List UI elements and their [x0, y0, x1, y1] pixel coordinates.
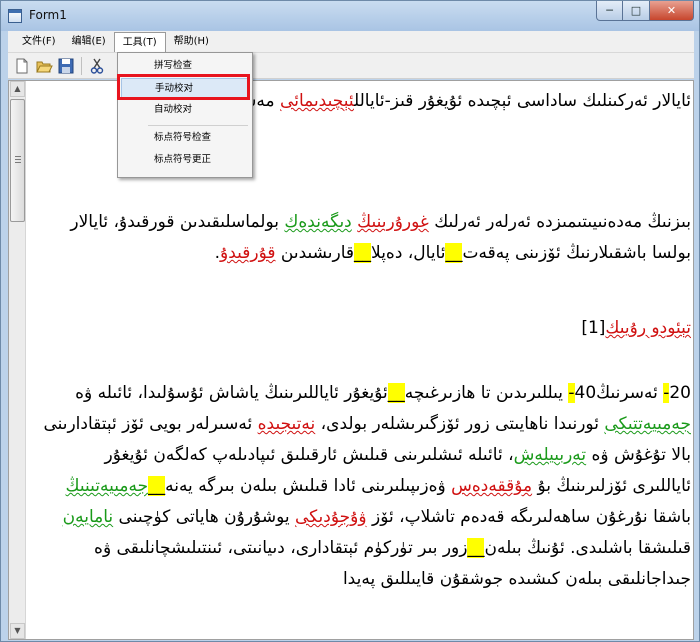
text-run: يىللىرىدىن تا ھازىرغىچە: [404, 383, 569, 403]
highlight-mark[interactable]: __: [445, 243, 463, 263]
selection-highlight-box: [117, 74, 250, 100]
misspelled-word[interactable]: قۇرقىدۇ: [220, 243, 276, 263]
menu-separator: [148, 125, 248, 126]
minimize-button[interactable]: ─: [596, 1, 623, 21]
menu-file[interactable]: 文件(F): [14, 32, 64, 52]
misspelled-word[interactable]: ئېچىدىمائى: [280, 91, 354, 111]
text-run: بىزنىڭ مەدەنىيىتىمىزدە ئەرلەر ئەرلىك: [428, 212, 691, 232]
scrollbar-thumb[interactable]: [10, 99, 25, 222]
suggested-word[interactable]: نامايەن: [63, 507, 114, 527]
text-run: ئەسرنىڭ40: [574, 383, 664, 403]
text-run: قىلىشقا باشلىدى. ئۇنىڭ بىلەن: [484, 538, 691, 558]
menu-item-auto-proofread[interactable]: 自动校对: [121, 100, 249, 120]
highlight-mark[interactable]: __: [387, 383, 405, 403]
highlight-mark[interactable]: __: [148, 476, 166, 496]
window-title: Form1: [29, 8, 67, 22]
app-window-icon: [8, 9, 22, 23]
menu-item-punctuation-correct[interactable]: 标点符号更正: [121, 150, 249, 170]
scroll-down-arrow-icon[interactable]: ▼: [10, 623, 25, 639]
highlight-mark[interactable]: __: [354, 243, 372, 263]
maximize-button[interactable]: □: [623, 1, 650, 21]
vertical-scrollbar[interactable]: ▲ ▼: [9, 81, 26, 639]
suggested-word[interactable]: جەمىيەتتىكى: [604, 414, 691, 434]
misspelled-word[interactable]: مۇققەدەس: [451, 476, 532, 496]
toolbar-separator: [81, 57, 82, 75]
menu-help[interactable]: 帮助(H): [166, 32, 217, 52]
cut-scissors-icon[interactable]: [88, 57, 106, 75]
menu-bar: 文件(F) 编辑(E) 工具(T) 帮助(H): [8, 31, 694, 53]
text-run: يوشۇرۇن ھاياتى كۈچىنى: [113, 507, 295, 527]
menu-item-spell-check[interactable]: 拼写检查: [121, 56, 249, 76]
tool-bar: [8, 53, 694, 79]
caption-buttons: ─ □ ✕: [596, 1, 694, 21]
text-run: ئايال، دەپلا: [371, 243, 446, 263]
text-run: 20: [669, 383, 691, 403]
text-run: ئورنىدا ناھايىتى زور ئۆزگىرىشلەر بولدى،: [315, 414, 605, 434]
menu-tools[interactable]: 工具(T): [113, 31, 166, 52]
rich-text-editor[interactable]: ▲ ▼ ئايالار ئەركىنلىك ساداسى ئېچىدە ئۇيغ…: [8, 80, 694, 640]
suggested-word[interactable]: دىگەندەك: [284, 212, 351, 232]
text-run: [1]: [581, 318, 606, 338]
text-run: ئايالار ئەركىنلىك ساداسى ئېچىدە ئۇيغۇر ق…: [353, 91, 691, 111]
misspelled-word[interactable]: تېئودو رۇيىك: [605, 318, 691, 338]
new-document-icon[interactable]: [13, 57, 31, 75]
open-folder-icon[interactable]: [35, 57, 53, 75]
misspelled-word[interactable]: غورۇرىنىڭ: [357, 212, 429, 232]
thumb-grip: [15, 162, 21, 163]
text-run: باشقا نۇرغۇن ساھەلىرىگە قەدەم تاشلاپ، ئۆ…: [366, 507, 691, 527]
menu-edit[interactable]: 编辑(E): [64, 32, 114, 52]
paragraph-2: بىزنىڭ مەدەنىيىتىمىزدە ئەرلەر ئەرلىك غور…: [41, 207, 691, 269]
paragraph-4: 20- ئەسرنىڭ40- يىللىرىدىن تا ھازىرغىچە__…: [41, 378, 691, 595]
text-run: ۋەزىپىلىرىنى ئادا قىلىش بىلەن بىرگە يەنە: [165, 476, 452, 496]
misspelled-word[interactable]: ۋۇجۇدىكى: [295, 507, 367, 527]
thumb-grip: [15, 159, 21, 160]
highlight-mark[interactable]: __: [467, 538, 485, 558]
suggested-word[interactable]: جەمىيەتىنىڭ: [66, 476, 149, 496]
menu-item-punctuation-check[interactable]: 标点符号检查: [121, 128, 249, 148]
scroll-up-arrow-icon[interactable]: ▲: [10, 81, 25, 97]
text-run: ئۇيغۇر ئاياللىرىنىڭ ياشاش ئۇسۇلىدا، ئائى…: [75, 383, 388, 403]
paragraph-3: تېئودو رۇيىك[1]: [41, 313, 691, 344]
misspelled-word[interactable]: نەتىجىدە: [258, 414, 316, 434]
title-bar[interactable]: Form1 ─ □ ✕: [1, 1, 699, 31]
main-window: Form1 ─ □ ✕ 文件(F) 编辑(E) 工具(T) 帮助(H) ▲ ▼ …: [0, 0, 700, 642]
close-button[interactable]: ✕: [650, 1, 694, 21]
text-run: قارىشىدىن: [275, 243, 355, 263]
suggested-word[interactable]: تەربىيلەش: [514, 445, 587, 465]
thumb-grip: [15, 156, 21, 157]
save-disk-icon[interactable]: [57, 57, 75, 75]
tools-dropdown-menu: 拼写检查 手动校对 自动校对 标点符号检查 标点符号更正: [117, 52, 253, 178]
